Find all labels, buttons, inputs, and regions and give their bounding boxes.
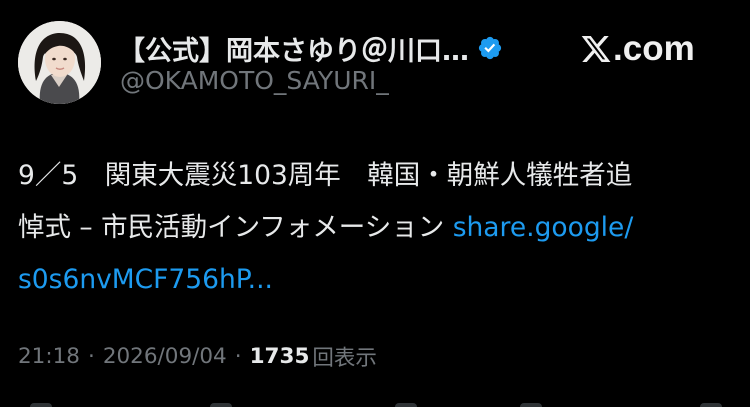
- tweet-link-continuation[interactable]: s0s6nvMCF756hP...: [18, 264, 273, 295]
- display-name[interactable]: 【公式】岡本さゆり＠川口…: [118, 29, 469, 68]
- avatar-photo-icon: [18, 21, 101, 104]
- views-count: 1735: [249, 343, 310, 369]
- avatar[interactable]: [18, 21, 101, 104]
- separator-dot: ·: [87, 343, 95, 369]
- views-label: 回表示: [312, 345, 377, 371]
- tweet-metadata: 21:18 · 2026/09/04 · 1735 回表示: [18, 338, 377, 374]
- tweet-text-line: 9／5 関東大震災103周年 韓国・朝鮮人犠牲者追: [18, 160, 633, 191]
- tweet-text-line: s0s6nvMCF756hP...: [18, 254, 738, 306]
- action-icon-edge: [30, 403, 52, 407]
- tweet-text: 9／5 関東大震災103周年 韓国・朝鮮人犠牲者追 悼式 – 市民活動インフォメ…: [18, 150, 738, 306]
- tweet-date[interactable]: 2026/09/04: [103, 344, 227, 369]
- display-name-row[interactable]: 【公式】岡本さゆり＠川口…: [118, 28, 503, 68]
- action-icon-edge: [210, 403, 232, 407]
- action-icon-edge: [395, 403, 417, 407]
- tweet-card: 【公式】岡本さゆり＠川口… @OKAMOTO_SAYURI_ .com 9／5 …: [0, 0, 750, 407]
- tweet-link[interactable]: share.google/: [453, 212, 634, 243]
- tweet-time[interactable]: 21:18: [18, 344, 80, 369]
- action-bar-edge: [0, 401, 750, 407]
- action-icon-edge: [700, 403, 722, 407]
- x-com-brand: .com: [580, 26, 695, 72]
- x-logo-icon: [581, 36, 611, 62]
- tweet-text-line: 悼式 – 市民活動インフォメーション share.google/: [18, 202, 738, 254]
- separator-dot: ·: [234, 343, 242, 369]
- action-icon-edge: [520, 403, 542, 407]
- tweet-text-plain: 悼式 – 市民活動インフォメーション: [18, 212, 453, 243]
- verified-badge-icon: [478, 36, 502, 60]
- brand-suffix: .com: [613, 29, 695, 68]
- user-handle[interactable]: @OKAMOTO_SAYURI_: [120, 66, 389, 95]
